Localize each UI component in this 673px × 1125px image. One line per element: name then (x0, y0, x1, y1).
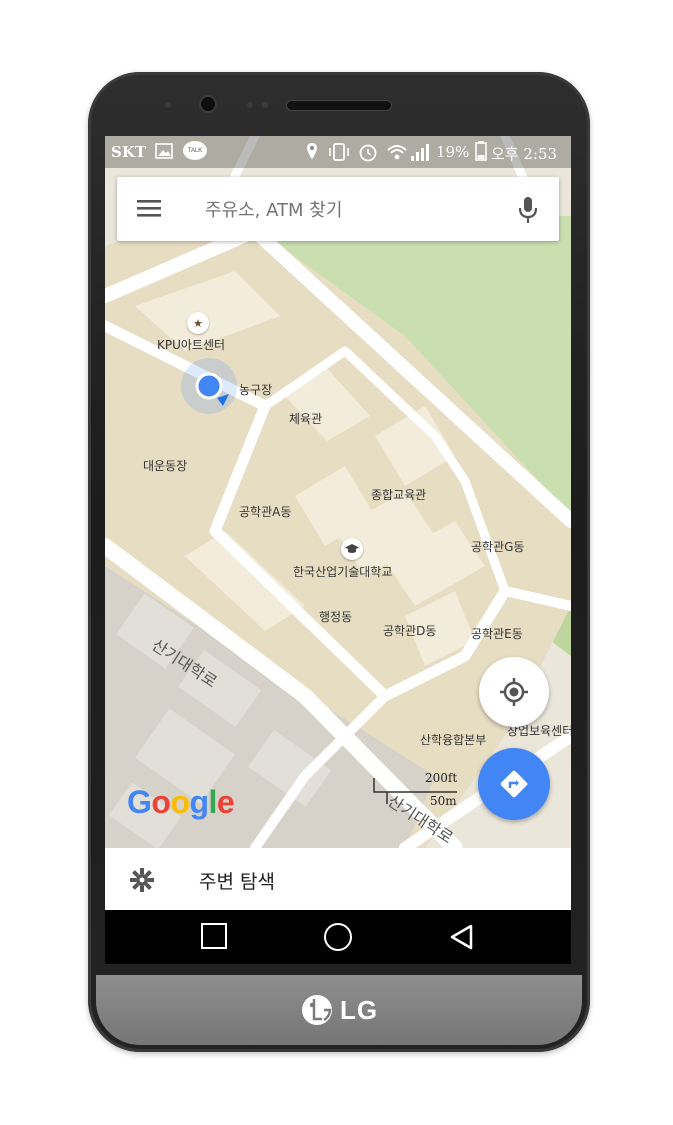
poi-label[interactable]: 산학융합본부 (420, 731, 486, 748)
clock: 오후 2:53 (491, 145, 558, 163)
screen: ★ KPU아트센터 농구장 체육관 대운동장 종합교육관 공학관A동 한국산업기… (105, 136, 571, 964)
explore-icon (130, 868, 154, 892)
home-button[interactable] (324, 923, 352, 951)
scale-imperial: 200ft (425, 771, 458, 785)
graduation-cap-icon[interactable] (341, 538, 363, 560)
navigation-bar (105, 910, 571, 964)
kakaotalk-icon: TALK (183, 141, 207, 160)
scale-bar: 200ft 50m (373, 770, 459, 810)
explore-nearby-label: 주변 탐색 (199, 871, 275, 893)
location-pin-icon (307, 143, 317, 159)
poi-label[interactable]: 공학관D동 (383, 622, 436, 639)
my-location-button[interactable] (479, 657, 549, 727)
vibrate-icon (329, 143, 349, 161)
poi-label[interactable]: 공학관G동 (471, 538, 524, 555)
explore-nearby-bar[interactable]: 주변 탐색 (105, 848, 571, 910)
alarm-icon (359, 144, 377, 162)
gallery-icon (155, 143, 173, 159)
poi-label[interactable]: 행정동 (319, 608, 352, 625)
recents-button[interactable] (201, 923, 227, 949)
directions-icon (500, 770, 528, 798)
microphone-icon (518, 197, 538, 223)
poi-label[interactable]: KPU아트센터 (157, 336, 225, 353)
map-canvas[interactable] (105, 136, 571, 848)
sensor-dot (165, 102, 171, 108)
wifi-icon (387, 145, 407, 160)
poi-label[interactable]: 한국산업기술대학교 (293, 563, 392, 580)
lg-logo: LG (300, 992, 378, 1028)
front-camera (201, 97, 215, 111)
poi-label[interactable]: 체육관 (289, 410, 322, 427)
talk-badge-text: TALK (187, 147, 203, 154)
battery-percent: 19% (436, 143, 470, 161)
hamburger-icon (137, 200, 161, 217)
poi-label[interactable]: 공학관E동 (471, 625, 523, 642)
back-button[interactable] (449, 923, 475, 951)
poi-label[interactable]: 농구장 (239, 381, 272, 398)
search-bar[interactable] (117, 177, 559, 241)
carrier-label: SKT (111, 143, 147, 161)
crosshair-icon (500, 678, 528, 706)
menu-button[interactable] (135, 197, 163, 221)
directions-button[interactable] (478, 748, 550, 820)
sensor-dot (247, 102, 253, 108)
scale-metric: 50m (430, 794, 457, 808)
poi-label[interactable]: 대운동장 (143, 457, 187, 474)
signal-icon (411, 144, 429, 161)
voice-search-button[interactable] (517, 195, 539, 225)
theater-icon[interactable]: ★ (187, 312, 209, 334)
poi-label[interactable]: 공학관A동 (239, 503, 291, 520)
sensor-dot (262, 102, 268, 108)
poi-label[interactable]: 종합교육관 (371, 486, 426, 503)
speaker-grille (287, 101, 391, 110)
search-input[interactable] (203, 193, 497, 227)
lg-face-icon (302, 995, 332, 1025)
google-logo: Google (127, 784, 235, 820)
battery-icon (475, 141, 487, 161)
lg-wordmark: LG (340, 994, 379, 1025)
status-bar: SKT TALK 19% 오후 2:53 (105, 136, 571, 168)
